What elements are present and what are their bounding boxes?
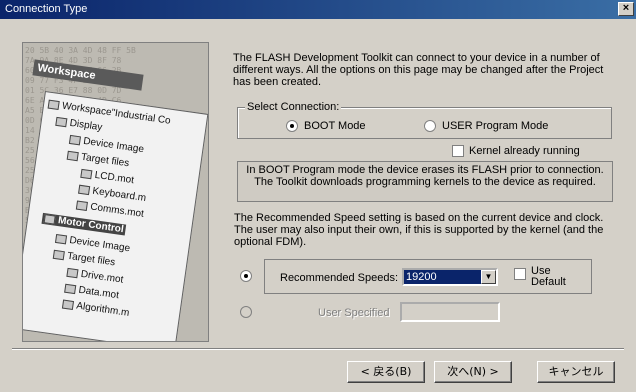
user-specified-radio[interactable] — [240, 306, 258, 318]
button-separator — [12, 348, 624, 350]
radio-dot[interactable] — [286, 120, 298, 132]
cancel-button[interactable]: キャンセル — [537, 361, 615, 383]
title-bar: Connection Type × — [0, 0, 636, 19]
select-connection-group: Select Connection: BOOT Mode USER Progra… — [237, 101, 612, 139]
use-default-label: Use Default — [531, 265, 566, 288]
boot-mode-label: BOOT Mode — [304, 120, 366, 132]
kernel-running-checkbox[interactable]: Kernel already running — [452, 145, 580, 157]
chevron-down-icon[interactable]: ▼ — [481, 270, 496, 284]
tree-item-selected: Motor Control — [41, 212, 127, 236]
user-specified-label: User Specified — [318, 307, 390, 319]
tree-item: Drive.mot — [66, 267, 124, 286]
tree-item: Display — [55, 116, 103, 133]
description-text: The FLASH Development Toolkit can connec… — [233, 52, 604, 88]
info-box: In BOOT Program mode the device erases i… — [237, 161, 613, 202]
radio-dot[interactable] — [240, 270, 252, 282]
tree-item: Data.mot — [64, 283, 120, 301]
user-program-mode-label: USER Program Mode — [442, 120, 549, 132]
tree-item: Target files — [66, 150, 130, 169]
tree-item: Target files — [52, 249, 116, 268]
boot-mode-radio[interactable]: BOOT Mode — [286, 120, 366, 132]
select-connection-legend: Select Connection: — [245, 101, 342, 113]
back-button[interactable]: < 戻る(B) — [347, 361, 425, 383]
speed-select[interactable]: 19200 ▼ — [402, 268, 498, 286]
radio-dot[interactable] — [424, 120, 436, 132]
recommended-speed-radio[interactable] — [240, 270, 258, 282]
use-default-checkbox[interactable]: Use Default — [514, 266, 566, 288]
next-button[interactable]: 次へ(N) > — [434, 361, 512, 383]
radio-dot[interactable] — [240, 306, 252, 318]
close-button[interactable]: × — [618, 2, 634, 16]
speed-value: 19200 — [404, 270, 481, 284]
recommended-speeds-label: Recommended Speeds: — [280, 272, 399, 284]
workspace-tree: Workspace"Industrial Co Display Device I… — [23, 91, 208, 341]
workspace-illustration: 20 5B 40 3A 4D 48 FF 5B 7A 9A 8E 4D 3D 8… — [22, 42, 209, 342]
checkbox-box[interactable] — [514, 268, 526, 280]
window-title: Connection Type — [5, 3, 88, 15]
speed-description: The Recommended Speed setting is based o… — [234, 212, 604, 248]
user-specified-input[interactable] — [400, 302, 500, 322]
user-program-mode-radio[interactable]: USER Program Mode — [424, 120, 548, 132]
tree-item: LCD.mot — [80, 168, 135, 186]
kernel-running-label: Kernel already running — [469, 145, 580, 157]
tree-item: Algorithm.m — [61, 299, 130, 319]
checkbox-box[interactable] — [452, 145, 464, 157]
